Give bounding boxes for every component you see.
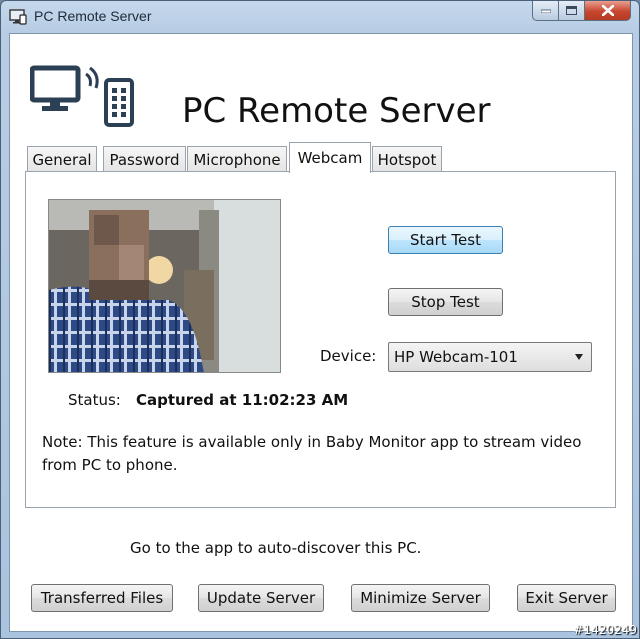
maximize-icon [566,6,577,15]
minimize-server-button[interactable]: Minimize Server [351,584,490,612]
app-monitor-icon [9,9,27,25]
minimize-window-button[interactable] [532,1,559,21]
close-window-button[interactable] [585,1,631,21]
transferred-files-button[interactable]: Transferred Files [31,584,173,612]
device-select-value: HP Webcam-101 [394,348,518,366]
webcam-panel: Start Test Stop Test Device: HP Webcam-1… [25,171,616,508]
tab-microphone[interactable]: Microphone [187,146,287,172]
update-server-button[interactable]: Update Server [198,584,324,612]
close-icon [601,5,614,16]
tab-webcam[interactable]: Webcam [289,142,371,173]
tab-hotspot[interactable]: Hotspot [372,146,442,172]
device-select[interactable]: HP Webcam-101 [388,342,592,372]
status-value: Captured at 11:02:23 AM [136,391,349,409]
device-label: Device: [320,347,377,365]
webcam-frame-image [49,200,280,372]
watermark-text: #1420249 [573,623,638,637]
discover-hint: Go to the app to auto-discover this PC. [130,539,422,557]
webcam-preview [48,199,281,373]
tab-password[interactable]: Password [103,146,186,172]
window-controls [532,1,631,21]
status-label: Status: [68,391,121,409]
exit-server-button[interactable]: Exit Server [517,584,616,612]
window-title: PC Remote Server [34,8,152,24]
client-area: PC Remote Server General Password Microp… [9,33,633,632]
pc-phone-logo-icon [30,65,134,127]
start-test-button[interactable]: Start Test [388,226,503,254]
maximize-window-button[interactable] [559,1,585,21]
tab-general[interactable]: General [27,146,97,172]
title-bar[interactable]: PC Remote Server [1,1,639,33]
stop-test-button[interactable]: Stop Test [388,288,503,316]
dropdown-arrow-icon [575,354,583,360]
webcam-note: Note: This feature is available only in … [42,433,582,474]
app-title: PC Remote Server [182,91,491,131]
app-window: PC Remote Server PC Remote Server Genera… [0,0,640,639]
minimize-icon [540,9,551,13]
